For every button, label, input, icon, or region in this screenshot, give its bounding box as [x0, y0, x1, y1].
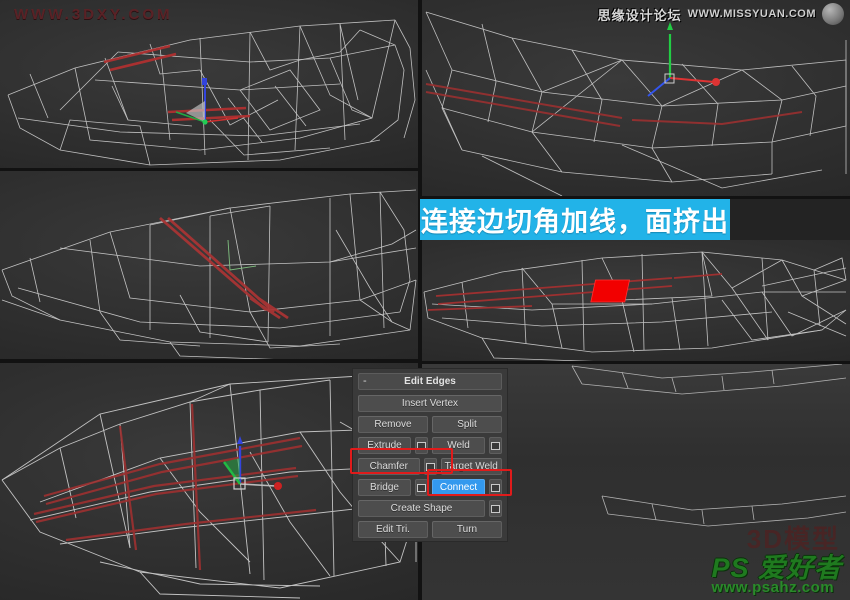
target-weld-button[interactable]: Target Weld: [440, 458, 502, 475]
collapse-icon[interactable]: -: [363, 374, 367, 389]
rollout-header-edit-edges[interactable]: - Edit Edges: [358, 373, 502, 390]
viewport-top-left[interactable]: WWW.3DXY.COM: [0, 0, 418, 168]
insert-vertex-button[interactable]: Insert Vertex: [358, 395, 502, 412]
axis-hint: [227, 239, 257, 271]
row-bridge-connect: Bridge Connect: [358, 479, 502, 496]
chamfer-settings-icon[interactable]: [423, 458, 437, 475]
wireframe-mesh-top-left: [7, 19, 416, 166]
edit-edges-panel[interactable]: - Edit Edges Insert Vertex Remove Split …: [352, 368, 508, 542]
wireframe-mesh-middle-left: [1, 189, 417, 360]
divider-horizontal-right-2: [422, 361, 850, 364]
selected-polygon-face: [590, 279, 630, 303]
viewport-middle-left[interactable]: [0, 170, 418, 360]
divider-horizontal-left-1: [0, 168, 418, 171]
remove-button[interactable]: Remove: [358, 416, 428, 433]
wireframe-mesh-top-right: [425, 11, 847, 197]
weld-settings-icon[interactable]: [489, 437, 502, 454]
row-insert-vertex: Insert Vertex: [358, 395, 502, 412]
chamfer-button[interactable]: Chamfer: [358, 458, 420, 475]
row-remove-split: Remove Split: [358, 416, 502, 433]
create-shape-settings-icon[interactable]: [489, 500, 502, 517]
bridge-settings-icon[interactable]: [415, 479, 428, 496]
row-extrude-weld: Extrude Weld: [358, 437, 502, 454]
divider-horizontal-left-2: [0, 359, 418, 363]
instruction-banner-text: 连接边切角加线，面挤出: [421, 207, 729, 237]
row-edit-tri-turn: Edit Tri. Turn: [358, 521, 502, 538]
extrude-settings-icon[interactable]: [415, 437, 428, 454]
edit-tri-button[interactable]: Edit Tri.: [358, 521, 428, 538]
turn-button[interactable]: Turn: [432, 521, 502, 538]
create-shape-button[interactable]: Create Shape: [358, 500, 485, 517]
weld-button[interactable]: Weld: [432, 437, 485, 454]
screenshot-root: WWW.3DXY.COM 思缘设计论坛 WWW.MISSYUAN.COM 3D模…: [0, 0, 850, 600]
viewport-middle-right[interactable]: [422, 240, 850, 362]
split-button[interactable]: Split: [432, 416, 502, 433]
viewport-top-right[interactable]: Connect Edges 1 0 0 ✓ ✚ ✕ 思缘设计论坛 WWW.MIS…: [422, 0, 850, 198]
bridge-button[interactable]: Bridge: [358, 479, 411, 496]
rollout-title: Edit Edges: [404, 376, 456, 387]
wireframe-mesh-middle-right: [423, 251, 847, 362]
row-chamfer-target-weld: Chamfer Target Weld: [358, 458, 502, 475]
extrude-button[interactable]: Extrude: [358, 437, 411, 454]
instruction-banner: 连接边切角加线，面挤出: [420, 199, 730, 240]
row-create-shape: Create Shape: [358, 500, 502, 517]
connect-settings-icon[interactable]: [489, 479, 502, 496]
connect-button[interactable]: Connect: [432, 479, 485, 496]
